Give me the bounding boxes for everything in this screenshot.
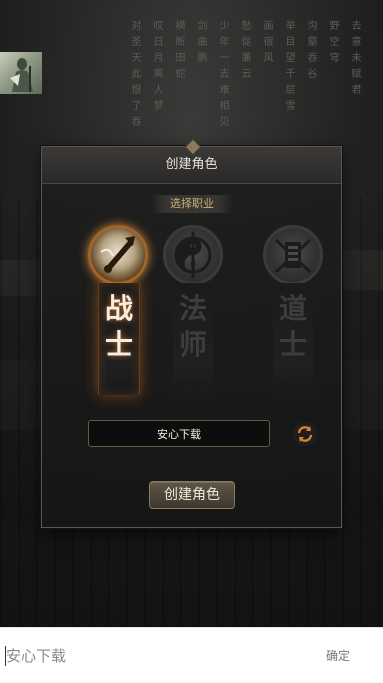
select-class-label: 选择职业: [150, 195, 234, 213]
ime-input-bar: 安心下载 确定: [0, 627, 383, 683]
mage-emblem-icon: [163, 225, 223, 285]
create-character-button[interactable]: 创建角色: [149, 481, 235, 509]
class-option-mage[interactable]: 法 师: [161, 225, 225, 395]
class-option-taoist[interactable]: 道 士: [261, 225, 325, 395]
poem-column: 愁促兼云: [239, 20, 250, 84]
poem-column: 举目望千层雪: [283, 20, 294, 116]
character-name-field[interactable]: 安心下载: [88, 420, 270, 447]
warrior-emblem-icon: [88, 225, 148, 285]
taoist-emblem-icon: [263, 225, 323, 285]
class-banner: 道 士: [273, 283, 313, 395]
poem-column: 剑曲鹏: [195, 20, 206, 68]
class-option-warrior[interactable]: 战 士: [86, 225, 150, 395]
poem-column: 野空穹: [327, 20, 338, 68]
class-banner: 法 师: [173, 283, 213, 395]
character-portrait-icon: [10, 58, 33, 92]
confirm-button[interactable]: 确定: [310, 644, 366, 668]
poem-column: 对圣天此恨了吞: [129, 20, 140, 132]
poem-column: 沟壑吞谷: [305, 20, 316, 84]
ground-silhouette: [0, 520, 383, 627]
class-name-char: 师: [178, 328, 207, 361]
class-name-char: 道: [278, 292, 307, 325]
poem-column: 少年一去难相见: [217, 20, 228, 132]
keyboard-text-input[interactable]: 安心下载: [6, 644, 246, 668]
class-name-char: 士: [104, 328, 133, 361]
poem-column: 画宿风: [261, 20, 272, 68]
refresh-icon: [297, 426, 313, 442]
class-name-char: 士: [278, 328, 307, 361]
poem-column: 横断田蛇: [173, 20, 184, 84]
poem-column: 叹日月离人梦: [151, 20, 162, 116]
character-avatar[interactable]: [0, 52, 42, 94]
create-character-dialog: 创建角色 选择职业 战 士 法 师 道 士 安心下载 创建角色: [41, 138, 342, 528]
class-name-char: 法: [178, 292, 207, 325]
background-poem: 去意未赋君 野空穹 沟壑吞谷 举目望千层雪 画宿风 愁促兼云 少年一去难相见 剑…: [127, 20, 361, 140]
random-name-button[interactable]: [293, 422, 317, 446]
class-banner: 战 士: [98, 283, 140, 395]
poem-column: 去意未赋君: [349, 20, 360, 100]
class-name-char: 战: [104, 292, 133, 325]
